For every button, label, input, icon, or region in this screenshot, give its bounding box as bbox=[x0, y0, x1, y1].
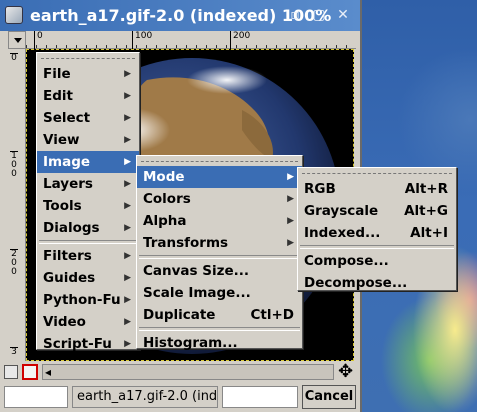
scroll-left-icon[interactable]: ◂ bbox=[45, 366, 51, 378]
submenu-arrow-icon: ▶ bbox=[287, 194, 294, 204]
close-button[interactable]: ✕ bbox=[334, 6, 352, 24]
menu-item-script-fu[interactable]: Script-Fu ▶ bbox=[37, 333, 139, 355]
ruler-label: 2 0 0 bbox=[10, 249, 18, 277]
image-context-menu: File ▶ Edit ▶ Select ▶ View ▶ Image ▶ Layers ▶… bbox=[36, 52, 140, 352]
menu-separator bbox=[39, 240, 137, 244]
menu-item-canvas-size[interactable]: Canvas Size... bbox=[137, 260, 302, 282]
menu-item-edit[interactable]: Edit ▶ bbox=[37, 85, 139, 107]
menu-item-python-fu[interactable]: Python-Fu ▶ bbox=[37, 289, 139, 311]
ruler-label: 3 bbox=[10, 347, 18, 357]
vertical-ruler[interactable]: 0 1 0 0 2 0 0 3 bbox=[8, 49, 26, 361]
menu-separator bbox=[300, 245, 454, 249]
menu-item-indexed[interactable]: Indexed... Alt+I bbox=[298, 222, 456, 244]
ruler-menu-button[interactable] bbox=[8, 31, 26, 49]
menu-separator bbox=[139, 327, 300, 331]
submenu-arrow-icon: ▶ bbox=[124, 91, 131, 101]
menu-item-compose[interactable]: Compose... bbox=[298, 250, 456, 272]
submenu-arrow-icon: ▶ bbox=[124, 339, 131, 349]
shortcut-label: Alt+I bbox=[410, 225, 448, 241]
menu-item-image[interactable]: Image ▶ bbox=[37, 151, 139, 173]
menu-item-layers[interactable]: Layers ▶ bbox=[37, 173, 139, 195]
menu-item-select[interactable]: Select ▶ bbox=[37, 107, 139, 129]
status-text: earth_a17.gif-2.0 (ind bbox=[72, 386, 218, 408]
submenu-arrow-icon: ▶ bbox=[124, 273, 131, 283]
ruler-label: 200 bbox=[230, 31, 250, 49]
progress-field bbox=[222, 386, 298, 408]
menu-item-video[interactable]: Video ▶ bbox=[37, 311, 139, 333]
menu-item-histogram[interactable]: Histogram... bbox=[137, 332, 302, 354]
menu-item-file[interactable]: File ▶ bbox=[37, 63, 139, 85]
submenu-arrow-icon: ▶ bbox=[124, 201, 131, 211]
menu-item-mode[interactable]: Mode ▶ bbox=[137, 166, 302, 188]
quickmask-on-button[interactable] bbox=[22, 364, 38, 380]
submenu-arrow-icon: ▶ bbox=[124, 317, 131, 327]
submenu-arrow-icon: ▶ bbox=[124, 113, 131, 123]
navigate-icon[interactable]: ✥ bbox=[338, 362, 353, 382]
ruler-label: 1 0 0 bbox=[10, 151, 18, 179]
menu-item-tools[interactable]: Tools ▶ bbox=[37, 195, 139, 217]
image-submenu: Mode ▶ Colors ▶ Alpha ▶ Transforms ▶ Canvas … bbox=[136, 155, 303, 351]
menu-item-rgb[interactable]: RGB Alt+R bbox=[298, 178, 456, 200]
submenu-arrow-icon: ▶ bbox=[124, 69, 131, 79]
menu-item-transforms[interactable]: Transforms ▶ bbox=[137, 232, 302, 254]
submenu-arrow-icon: ▶ bbox=[124, 251, 131, 261]
cancel-button[interactable]: Cancel bbox=[302, 385, 356, 409]
ruler-label: 0 bbox=[34, 31, 43, 49]
minimize-button[interactable]: ▫ bbox=[286, 6, 304, 24]
menu-item-alpha[interactable]: Alpha ▶ bbox=[137, 210, 302, 232]
window-menu-icon[interactable] bbox=[5, 6, 23, 24]
menu-item-dialogs[interactable]: Dialogs ▶ bbox=[37, 217, 139, 239]
pointer-coords-field bbox=[4, 386, 68, 408]
canvas-bottom-bar: ◂ ✥ bbox=[0, 361, 360, 383]
shortcut-label: Alt+G bbox=[404, 203, 448, 219]
menu-item-decompose[interactable]: Decompose... bbox=[298, 272, 456, 294]
submenu-arrow-icon: ▶ bbox=[124, 295, 131, 305]
ruler-label: 0 bbox=[10, 53, 18, 63]
menu-item-grayscale[interactable]: Grayscale Alt+G bbox=[298, 200, 456, 222]
submenu-arrow-icon: ▶ bbox=[287, 238, 294, 248]
menu-separator bbox=[139, 255, 300, 259]
title-bar[interactable]: earth_a17.gif-2.0 (indexed) 100% ▫ ▢ ✕ bbox=[0, 0, 360, 31]
status-bar: earth_a17.gif-2.0 (ind Cancel bbox=[0, 383, 360, 412]
menu-item-view[interactable]: View ▶ bbox=[37, 129, 139, 151]
maximize-button[interactable]: ▢ bbox=[310, 6, 328, 24]
menu-item-guides[interactable]: Guides ▶ bbox=[37, 267, 139, 289]
menu-item-scale-image[interactable]: Scale Image... bbox=[137, 282, 302, 304]
submenu-arrow-icon: ▶ bbox=[287, 216, 294, 226]
submenu-arrow-icon: ▶ bbox=[124, 157, 131, 167]
quickmask-off-button[interactable] bbox=[4, 365, 18, 379]
menu-item-filters[interactable]: Filters ▶ bbox=[37, 245, 139, 267]
shortcut-label: Alt+R bbox=[404, 181, 448, 197]
horizontal-scrollbar[interactable]: ◂ bbox=[42, 364, 334, 380]
horizontal-ruler[interactable]: 0 100 200 bbox=[26, 31, 356, 49]
menu-item-duplicate[interactable]: Duplicate Ctl+D bbox=[137, 304, 302, 326]
shortcut-label: Ctl+D bbox=[250, 307, 294, 323]
mode-submenu: RGB Alt+R Grayscale Alt+G Indexed... Alt+I … bbox=[297, 167, 457, 291]
ruler-label: 100 bbox=[132, 31, 152, 49]
submenu-arrow-icon: ▶ bbox=[287, 172, 294, 182]
menu-item-colors[interactable]: Colors ▶ bbox=[137, 188, 302, 210]
submenu-arrow-icon: ▶ bbox=[124, 223, 131, 233]
submenu-arrow-icon: ▶ bbox=[124, 135, 131, 145]
submenu-arrow-icon: ▶ bbox=[124, 179, 131, 189]
